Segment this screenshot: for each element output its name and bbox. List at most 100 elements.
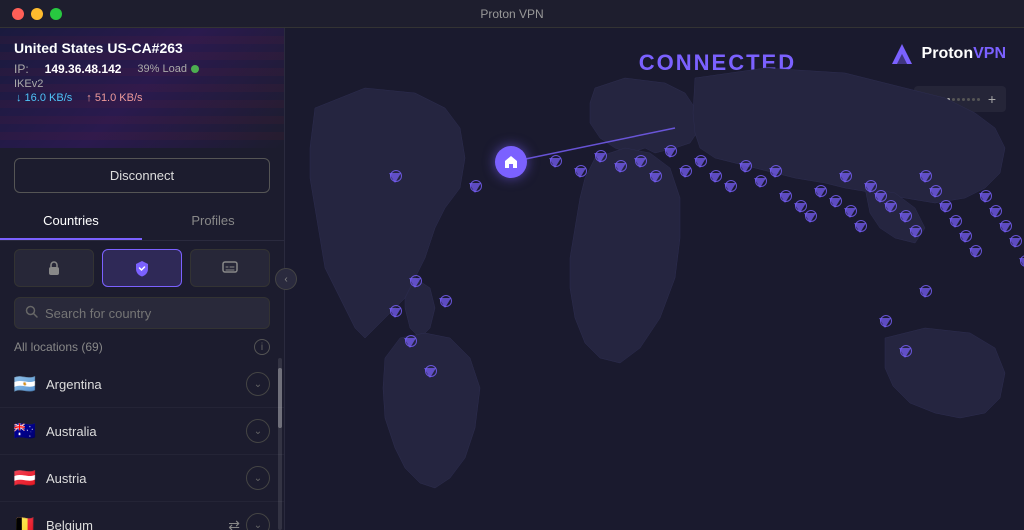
country-expand-button[interactable]: ⌄ <box>246 466 270 490</box>
load-indicator <box>191 65 199 73</box>
country-item[interactable]: 🇦🇹 Austria ⌄ <box>0 455 284 502</box>
server-pin[interactable] <box>574 168 586 178</box>
connection-header: United States US-CA#263 IP: 149.36.48.14… <box>0 28 284 148</box>
server-pin[interactable] <box>839 173 851 183</box>
server-pin[interactable] <box>979 193 991 203</box>
country-actions: ⌄ <box>246 372 270 396</box>
world-map <box>285 28 1024 530</box>
server-pin[interactable] <box>754 178 766 188</box>
server-pin[interactable] <box>804 213 816 223</box>
server-pin[interactable] <box>634 158 646 168</box>
server-pin[interactable] <box>829 198 841 208</box>
server-pin[interactable] <box>469 183 481 193</box>
filter-secure-button[interactable] <box>102 249 182 287</box>
country-expand-button[interactable]: ⌄ <box>246 372 270 396</box>
search-input-wrap <box>14 297 270 329</box>
server-pin[interactable] <box>439 298 451 308</box>
server-pin[interactable] <box>739 163 751 173</box>
server-pin[interactable] <box>919 173 931 183</box>
country-flag: 🇦🇷 <box>14 376 36 392</box>
country-item[interactable]: 🇧🇪 Belgium ⇄ ⌄ <box>0 502 284 530</box>
speed-row: ↓ 16.0 KB/s ↑ 51.0 KB/s <box>16 92 270 104</box>
server-pin[interactable] <box>874 193 886 203</box>
country-name: Argentina <box>46 377 246 392</box>
country-name: Austria <box>46 471 246 486</box>
server-pin[interactable] <box>854 223 866 233</box>
country-item[interactable]: 🇦🇺 Australia ⌄ <box>0 408 284 455</box>
server-pin[interactable] <box>389 308 401 318</box>
sidebar: United States US-CA#263 IP: 149.36.48.14… <box>0 28 285 530</box>
recycle-icon: ⇄ <box>228 517 240 530</box>
country-expand-button[interactable]: ⌄ <box>246 513 270 530</box>
filter-all-button[interactable] <box>14 249 94 287</box>
server-pin[interactable] <box>694 158 706 168</box>
server-pin[interactable] <box>424 368 436 378</box>
filter-special-button[interactable] <box>190 249 270 287</box>
server-name: United States US-CA#263 <box>14 40 270 56</box>
server-pin[interactable] <box>594 153 606 163</box>
server-pin[interactable] <box>999 223 1011 233</box>
tab-countries[interactable]: Countries <box>0 203 142 240</box>
server-pin[interactable] <box>949 218 961 228</box>
server-pin[interactable] <box>899 213 911 223</box>
scroll-track <box>278 358 282 530</box>
server-pin[interactable] <box>989 208 1001 218</box>
country-actions: ⌄ <box>246 466 270 490</box>
ip-address: 149.36.48.142 <box>45 62 122 76</box>
server-pin[interactable] <box>1019 258 1024 268</box>
location-count-text: All locations (69) <box>14 340 103 354</box>
server-pin[interactable] <box>899 348 911 358</box>
location-count: All locations (69) i <box>0 339 284 361</box>
traffic-lights <box>12 8 62 20</box>
sidebar-collapse-arrow[interactable]: ‹ <box>275 268 297 290</box>
server-pin[interactable] <box>844 208 856 218</box>
server-pin[interactable] <box>679 168 691 178</box>
country-name: Belgium <box>46 518 228 530</box>
protocol-row: IKEv2 <box>14 78 270 90</box>
server-pin[interactable] <box>794 203 806 213</box>
server-pin[interactable] <box>769 168 781 178</box>
server-pin[interactable] <box>939 203 951 213</box>
search-input[interactable] <box>45 306 259 321</box>
server-pin[interactable] <box>614 163 626 173</box>
server-pin[interactable] <box>649 173 661 183</box>
minimize-button[interactable] <box>31 8 43 20</box>
close-button[interactable] <box>12 8 24 20</box>
server-pin[interactable] <box>864 183 876 193</box>
country-item[interactable]: 🇦🇷 Argentina ⌄ <box>0 361 284 408</box>
server-pin[interactable] <box>879 318 891 328</box>
server-pin[interactable] <box>779 193 791 203</box>
server-pin[interactable] <box>709 173 721 183</box>
ip-label: IP: <box>14 62 29 76</box>
info-icon[interactable]: i <box>254 339 270 355</box>
maximize-button[interactable] <box>50 8 62 20</box>
server-pin[interactable] <box>1009 238 1021 248</box>
server-pin[interactable] <box>389 173 401 183</box>
server-pin[interactable] <box>919 288 931 298</box>
server-pin[interactable] <box>884 203 896 213</box>
server-pin[interactable] <box>549 158 561 168</box>
shield-icon <box>133 259 151 277</box>
server-pin[interactable] <box>969 248 981 258</box>
country-flag: 🇧🇪 <box>14 517 36 530</box>
server-pin[interactable] <box>409 278 421 288</box>
server-pin[interactable] <box>909 228 921 238</box>
filter-row <box>0 249 284 297</box>
load-row: 39% Load <box>137 63 199 75</box>
server-pin[interactable] <box>959 233 971 243</box>
scroll-thumb[interactable] <box>278 368 282 428</box>
disconnect-button[interactable]: Disconnect <box>14 158 270 193</box>
load-text: 39% Load <box>137 63 187 75</box>
country-flag: 🇦🇹 <box>14 470 36 486</box>
tabs: Countries Profiles <box>0 203 284 241</box>
server-pin[interactable] <box>814 188 826 198</box>
country-actions: ⇄ ⌄ <box>228 513 270 530</box>
map-area: CONNECTED ProtonVPN - <box>285 28 1024 530</box>
country-expand-button[interactable]: ⌄ <box>246 419 270 443</box>
server-pin[interactable] <box>664 148 676 158</box>
server-pin[interactable] <box>404 338 416 348</box>
country-name: Australia <box>46 424 246 439</box>
server-pin[interactable] <box>929 188 941 198</box>
server-pin[interactable] <box>724 183 736 193</box>
tab-profiles[interactable]: Profiles <box>142 203 284 240</box>
